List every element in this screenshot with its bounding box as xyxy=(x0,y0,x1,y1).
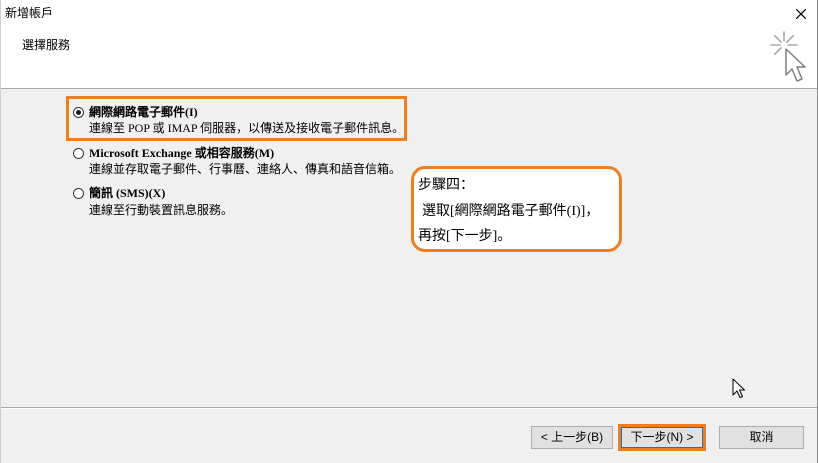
window-border-left xyxy=(0,0,1,463)
wizard-cursor-icon xyxy=(770,31,806,82)
window-title: 新增帳戶 xyxy=(5,6,54,20)
option-description-internet-email: 連線至 POP 或 IMAP 伺服器，以傳送及接收電子郵件訊息。 xyxy=(89,121,405,135)
option-label-exchange[interactable]: Microsoft Exchange 或相容服務(M) xyxy=(89,146,274,160)
radio-selected-dot xyxy=(76,110,81,115)
callout-line-1: 選取[網際網路電子郵件(I)]， xyxy=(422,204,600,219)
option-label-sms[interactable]: 簡訊 (SMS)(X) xyxy=(89,186,165,200)
radio-sms[interactable] xyxy=(73,188,84,199)
cancel-button[interactable]: 取消 xyxy=(719,426,804,449)
instruction-callout: 步驟四： 選取[網際網路電子郵件(I)]， 再按[下一步]。 xyxy=(411,166,622,252)
back-button[interactable]: < 上一步(B) xyxy=(531,426,613,449)
next-button[interactable]: 下一步(N) > xyxy=(621,427,703,448)
add-account-dialog: 新增帳戶 選擇服務 網際網路電子郵件(I) 連線至 POP 或 IMAP 伺服器… xyxy=(0,0,818,463)
close-icon[interactable] xyxy=(796,9,806,19)
option-description-sms: 連線至行動裝置訊息服務。 xyxy=(89,203,234,217)
callout-heading: 步驟四： xyxy=(418,178,474,193)
option-description-exchange: 連線並存取電子郵件、行事曆、連絡人、傳真和語音信箱。 xyxy=(89,162,402,176)
page-title: 選擇服務 xyxy=(22,38,71,52)
mouse-pointer-icon xyxy=(732,378,745,398)
callout-line-2: 再按[下一步]。 xyxy=(418,229,512,244)
radio-exchange[interactable] xyxy=(73,148,84,159)
radio-internet-email[interactable] xyxy=(73,107,84,118)
option-label-internet-email[interactable]: 網際網路電子郵件(I) xyxy=(89,105,198,119)
close-button[interactable] xyxy=(789,3,813,25)
